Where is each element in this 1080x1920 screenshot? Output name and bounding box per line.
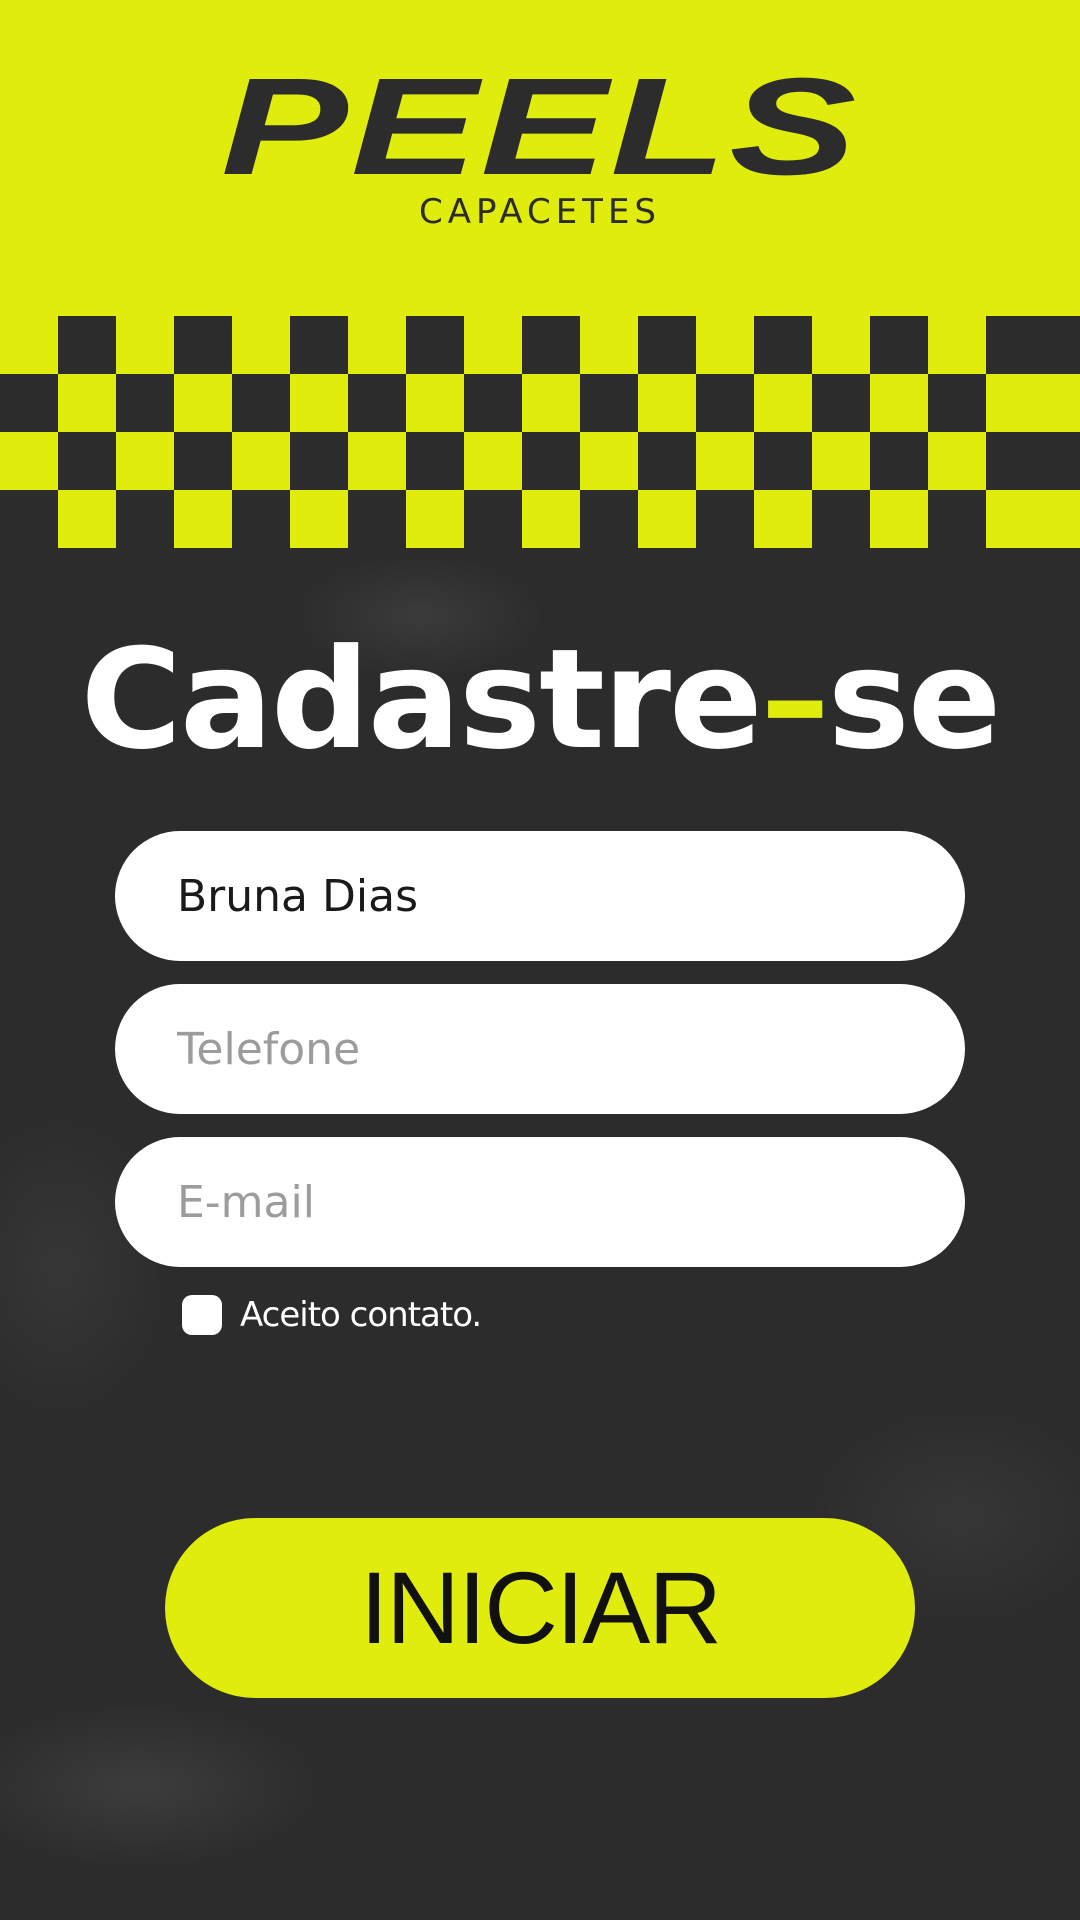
page-title: Cadastre–se: [0, 620, 1080, 780]
consent-label: Aceito contato.: [240, 1295, 482, 1335]
title-text-end: se: [827, 619, 1002, 780]
consent-checkbox[interactable]: [182, 1295, 222, 1335]
start-button[interactable]: INICIAR: [165, 1518, 915, 1698]
title-text-start: Cadastre: [80, 619, 763, 780]
name-field[interactable]: [115, 831, 965, 961]
title-dash: –: [760, 619, 830, 780]
email-field[interactable]: [115, 1137, 965, 1267]
phone-field[interactable]: [115, 984, 965, 1114]
checkered-flag-pattern: [0, 316, 1080, 548]
brand-header: PEELS CAPACETES: [0, 0, 1080, 316]
consent-row: Aceito contato.: [182, 1295, 482, 1335]
brand-tagline: CAPACETES: [418, 192, 662, 232]
brand-logo: PEELS: [220, 50, 860, 204]
